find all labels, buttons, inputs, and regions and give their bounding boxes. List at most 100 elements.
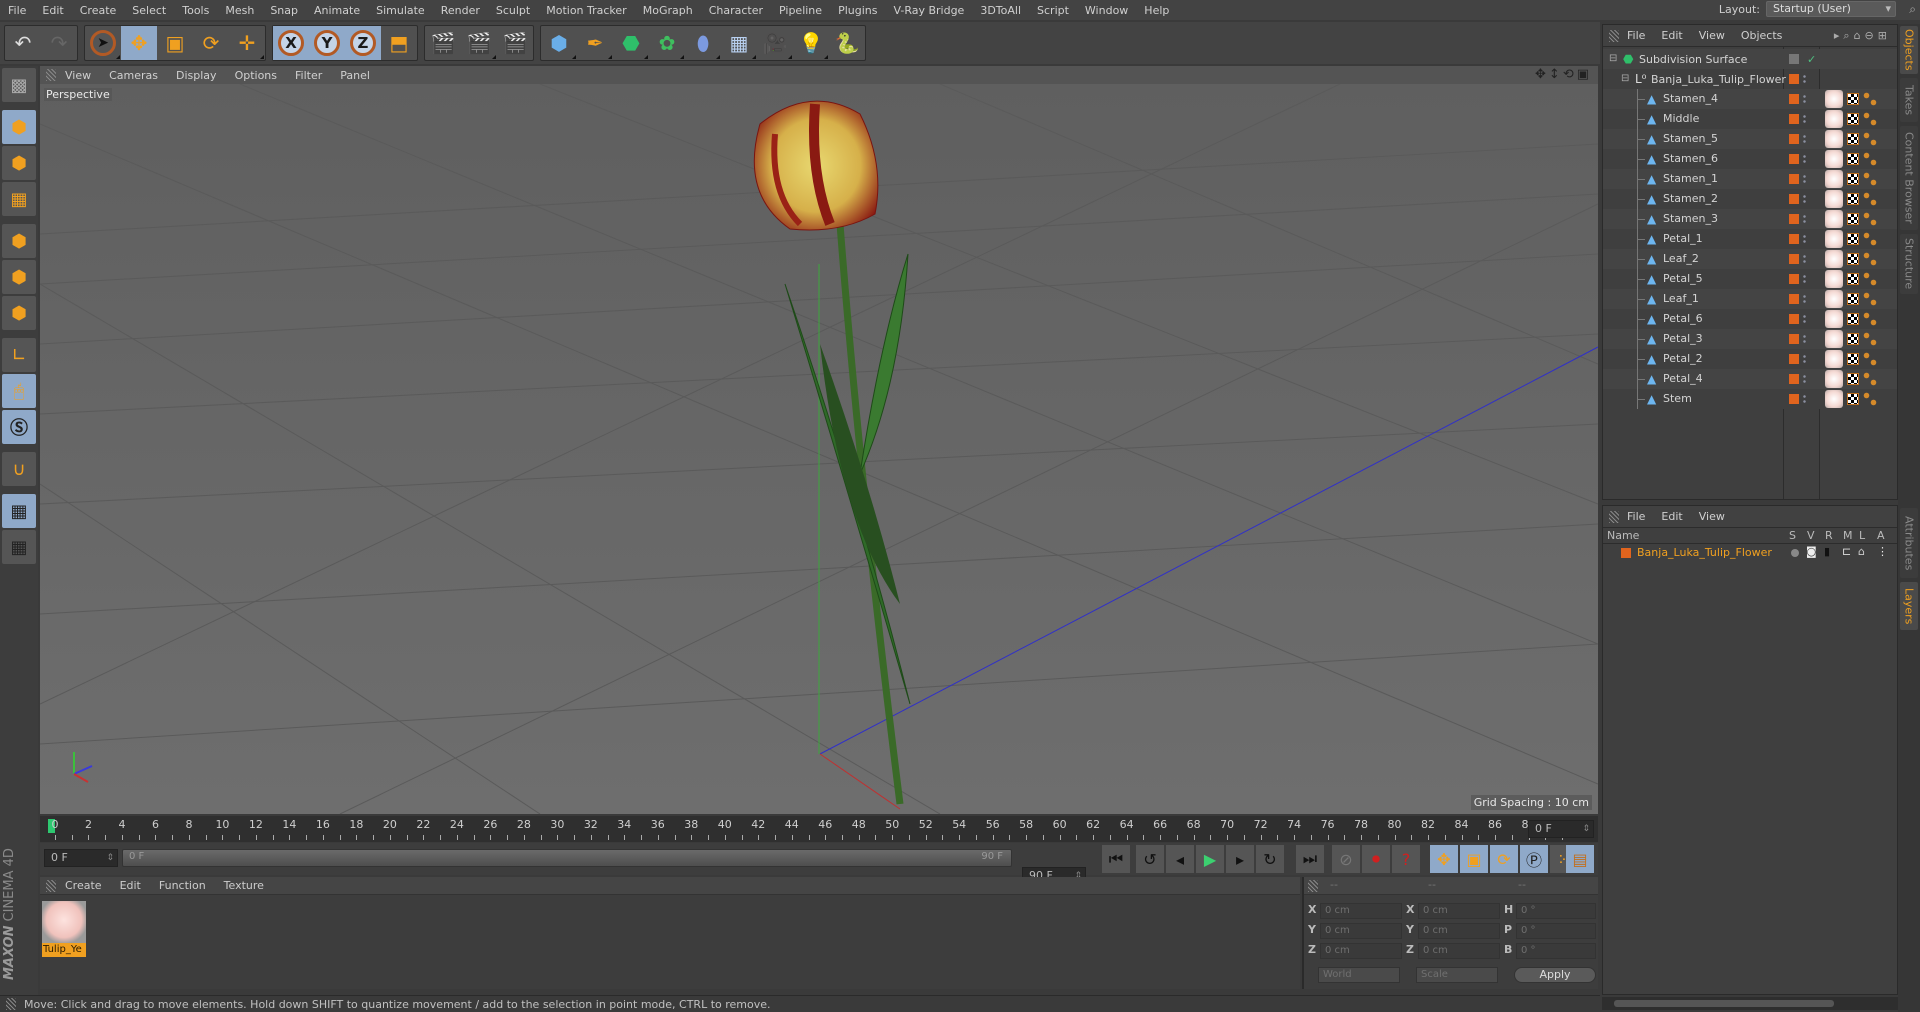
layer-swatch[interactable]	[1789, 134, 1799, 144]
current-frame-field[interactable]: 0 F	[44, 849, 118, 867]
viewport-menu-cameras[interactable]: Cameras	[100, 69, 167, 82]
axis-icon[interactable]: ∟	[2, 338, 36, 372]
material-tag-icon[interactable]	[1825, 270, 1843, 288]
menu-motion-tracker[interactable]: Motion Tracker	[538, 4, 634, 17]
layer-swatch[interactable]	[1789, 154, 1799, 164]
key-rotation-icon[interactable]: ⟳	[1490, 845, 1518, 873]
record-keys-icon[interactable]: ⏺	[1362, 845, 1390, 873]
layer-swatch[interactable]	[1789, 294, 1799, 304]
y-axis-lock[interactable]: Y	[309, 26, 345, 60]
material-menu-create[interactable]: Create	[56, 879, 111, 892]
prev-frame-icon[interactable]: ◂	[1166, 845, 1194, 873]
key-param-icon[interactable]: Ⓟ	[1520, 845, 1548, 873]
material-tag-icon[interactable]	[1825, 390, 1843, 408]
world-coords-icon[interactable]: ⬒	[381, 26, 417, 60]
menu-3dtoall[interactable]: 3DToAll	[972, 4, 1029, 17]
scale-icon[interactable]: ▣	[157, 26, 193, 60]
z-axis-lock[interactable]: Z	[345, 26, 381, 60]
layer-swatch[interactable]	[1789, 194, 1799, 204]
uvw-tag-icon[interactable]	[1847, 313, 1859, 325]
layer-swatch[interactable]	[1789, 234, 1799, 244]
visibility-dots[interactable]	[1803, 354, 1806, 364]
object-row-group[interactable]: ⊟ L⁰ Banja_Luka_Tulip_Flower	[1603, 69, 1897, 89]
uvw-tag-icon[interactable]	[1847, 173, 1859, 185]
rotation-h-field[interactable]: 0 °	[1516, 903, 1596, 919]
visibility-dots[interactable]	[1803, 234, 1806, 244]
goto-start-icon[interactable]: ⏮	[1102, 845, 1130, 873]
menu-snap[interactable]: Snap	[262, 4, 306, 17]
phong-tag-icon[interactable]	[1863, 352, 1877, 366]
object-row[interactable]: ▲ Leaf_1	[1603, 289, 1897, 309]
key-scale-icon[interactable]: ▣	[1460, 845, 1488, 873]
object-row[interactable]: ▲ Petal_6	[1603, 309, 1897, 329]
add-icon[interactable]: ✛	[229, 26, 265, 60]
floor-icon[interactable]: ▦	[721, 26, 757, 60]
pen-spline-icon[interactable]: ✒	[577, 26, 613, 60]
object-row[interactable]: ▲ Stamen_3	[1603, 209, 1897, 229]
uvw-tag-icon[interactable]	[1847, 233, 1859, 245]
play-icon[interactable]: ▶	[1196, 845, 1224, 873]
workplane-rotate-icon[interactable]: ▦	[2, 530, 36, 564]
object-manager-tools-icons[interactable]: ▸⌕⌂⊖⊞	[1834, 29, 1891, 43]
layer-swatch[interactable]	[1789, 114, 1799, 124]
scrollbar-thumb[interactable]	[1614, 1000, 1834, 1007]
python-icon[interactable]: 🐍	[829, 26, 865, 60]
uvw-tag-icon[interactable]	[1847, 373, 1859, 385]
move-icon[interactable]: ✥	[121, 26, 157, 60]
position-z-field[interactable]: 0 cm	[1320, 943, 1402, 959]
material-menu-edit[interactable]: Edit	[111, 879, 150, 892]
material-tag-icon[interactable]	[1825, 170, 1843, 188]
autokey-icon[interactable]: ?	[1392, 845, 1420, 873]
workplane-mode-icon[interactable]: ▦	[2, 182, 36, 216]
material-tag-icon[interactable]	[1825, 230, 1843, 248]
layout-dropdown[interactable]: Startup (User)	[1766, 1, 1896, 17]
visibility-dots[interactable]	[1803, 134, 1806, 144]
apply-button[interactable]: Apply	[1514, 967, 1596, 983]
layer-render-icon[interactable]: ▮	[1824, 545, 1830, 558]
menu-mograph[interactable]: MoGraph	[635, 4, 701, 17]
motion-record-icon[interactable]: ⊘	[1332, 845, 1360, 873]
object-row[interactable]: ▲ Stem	[1603, 389, 1897, 409]
layer-menu-edit[interactable]: Edit	[1653, 510, 1690, 523]
phong-tag-icon[interactable]	[1863, 372, 1877, 386]
material-tag-icon[interactable]	[1825, 310, 1843, 328]
object-row[interactable]: ▲ Petal_3	[1603, 329, 1897, 349]
uvw-tag-icon[interactable]	[1847, 193, 1859, 205]
render-view-icon[interactable]: 🎬	[425, 26, 461, 60]
layer-solo-toggle[interactable]	[1791, 549, 1799, 557]
phong-tag-icon[interactable]	[1863, 332, 1877, 346]
visibility-dots[interactable]	[1803, 194, 1806, 204]
layer-swatch[interactable]	[1789, 354, 1799, 364]
enabled-check-icon[interactable]: ✓	[1807, 53, 1816, 66]
texture-mode-icon[interactable]: ⬢	[2, 146, 36, 180]
layer-swatch[interactable]	[1789, 394, 1799, 404]
coord-mode-dropdown[interactable]: World	[1318, 967, 1400, 983]
tab-layers[interactable]: Layers	[1900, 582, 1918, 630]
material-tag-icon[interactable]	[1825, 110, 1843, 128]
object-row-subdivision-surface[interactable]: ⊟ ⬣ Subdivision Surface ✓	[1603, 49, 1897, 69]
uvw-tag-icon[interactable]	[1847, 213, 1859, 225]
menu-vray-bridge[interactable]: V-Ray Bridge	[885, 4, 972, 17]
visibility-dots[interactable]	[1803, 334, 1806, 344]
select-icon[interactable]: ➤	[85, 26, 121, 60]
menu-file[interactable]: File	[0, 4, 34, 17]
layer-swatch[interactable]	[1789, 54, 1799, 64]
visibility-dots[interactable]	[1803, 374, 1806, 384]
object-menu-objects[interactable]: Objects	[1733, 29, 1791, 42]
uvw-tag-icon[interactable]	[1847, 133, 1859, 145]
scene-canvas[interactable]	[40, 84, 1598, 814]
material-tag-icon[interactable]	[1825, 350, 1843, 368]
mograph-cloner-icon[interactable]: ✿	[649, 26, 685, 60]
model-mode-icon[interactable]: ▩	[2, 68, 36, 102]
render-picture-viewer-icon[interactable]: 🎬	[461, 26, 497, 60]
object-row[interactable]: ▲ Stamen_1	[1603, 169, 1897, 189]
camera-icon[interactable]: 🎥	[757, 26, 793, 60]
menu-character[interactable]: Character	[701, 4, 771, 17]
collapse-icon[interactable]: ⊟	[1609, 53, 1621, 65]
rotation-p-field[interactable]: 0 °	[1516, 923, 1596, 939]
material-tag-icon[interactable]	[1825, 210, 1843, 228]
visibility-dots[interactable]	[1803, 254, 1806, 264]
phong-tag-icon[interactable]	[1863, 272, 1877, 286]
visibility-dots[interactable]	[1803, 174, 1806, 184]
object-row[interactable]: ▲ Leaf_2	[1603, 249, 1897, 269]
